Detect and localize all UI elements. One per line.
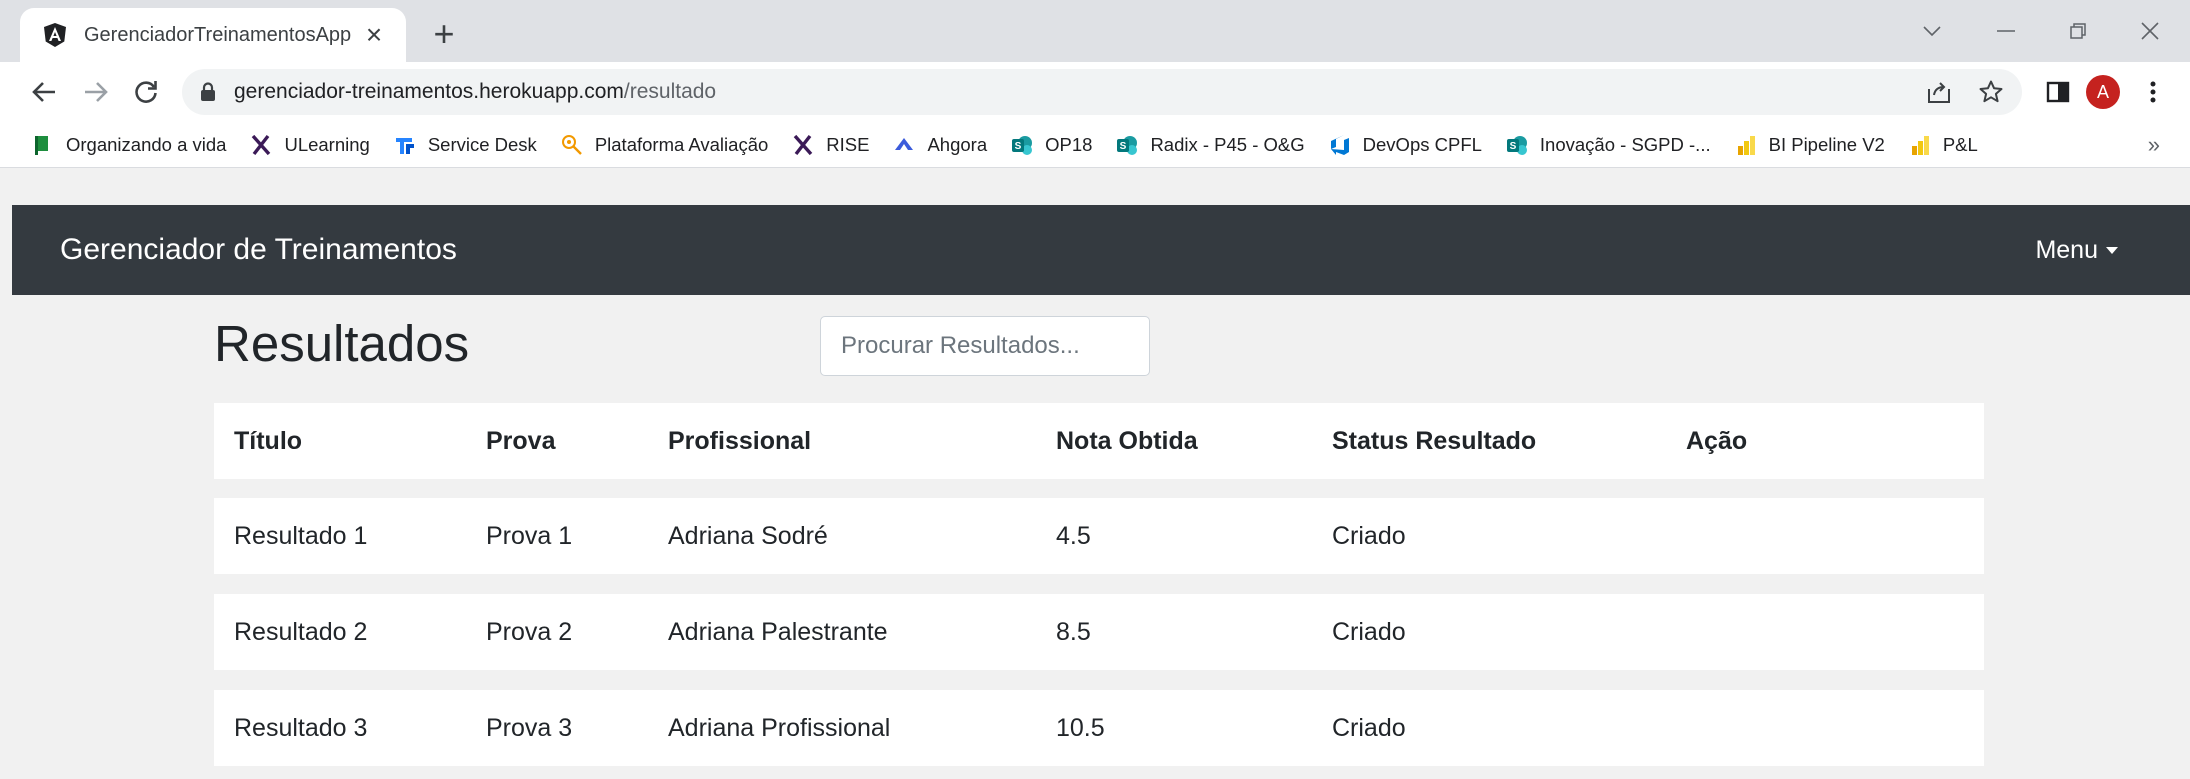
browser-toolbar: gerenciador-treinamentos.herokuapp.com/r… <box>0 62 2190 122</box>
star-icon[interactable] <box>1978 79 2004 105</box>
caret-down-icon <box>2106 246 2118 254</box>
url-host: gerenciador-treinamentos.herokuapp.com <box>234 80 624 103</box>
bookmark-item[interactable]: S Radix - P45 - O&G <box>1116 133 1305 156</box>
table-cell: Criado <box>1332 713 1406 742</box>
column-header: Título <box>234 426 303 455</box>
table-cell: 4.5 <box>1056 521 1091 550</box>
table-cell: Resultado 3 <box>234 713 368 742</box>
new-tab-icon[interactable]: + <box>424 14 464 54</box>
flag-icon <box>32 134 54 156</box>
address-bar[interactable]: gerenciador-treinamentos.herokuapp.com/r… <box>182 69 2022 115</box>
table-cell: Adriana Palestrante <box>668 617 888 646</box>
table-cell: Criado <box>1332 521 1406 550</box>
tab-title: GerenciadorTreinamentosApp <box>84 23 352 46</box>
arrow-left-icon[interactable] <box>26 74 62 110</box>
table-header-row: Título Prova Profissional Nota Obtida Status… <box>214 403 1984 479</box>
table-row: Resultado 1 Prova 1 Adriana Sodré 4.5 Criado <box>214 498 1984 574</box>
svg-text:S: S <box>1015 141 1022 152</box>
bookmark-label: Service Desk <box>427 133 537 155</box>
bookmark-label: Plataforma Avaliação <box>594 133 769 155</box>
column-header: Profissional <box>668 426 812 455</box>
browser-tab-strip: GerenciadorTreinamentosApp × + <box>0 0 2190 62</box>
share-icon[interactable] <box>1926 79 1952 105</box>
bookmark-item[interactable]: P&L <box>1909 134 1978 156</box>
bookmark-item[interactable]: Ahgora <box>893 134 987 156</box>
column-header: Prova <box>486 426 556 455</box>
table-cell: Prova 2 <box>486 617 573 646</box>
close-window-icon[interactable] <box>2130 14 2170 48</box>
minimize-icon[interactable] <box>1986 14 2026 48</box>
column-header: Ação <box>1686 426 1748 455</box>
menu-dropdown-toggle[interactable]: Menu <box>2035 236 2118 265</box>
table-row: Resultado 2 Prova 2 Adriana Palestrante 8.5… <box>214 594 1984 670</box>
bookmark-label: DevOps CPFL <box>1362 133 1482 155</box>
bookmark-label: Organizando a vida <box>66 133 227 155</box>
bookmark-item[interactable]: ULearning <box>250 133 370 156</box>
jira-icon <box>394 134 416 156</box>
table-cell: Criado <box>1332 617 1406 646</box>
url-path: /resultado <box>623 80 717 103</box>
bookmark-label: BI Pipeline V2 <box>1768 133 1885 155</box>
navbar-brand[interactable]: Gerenciador de Treinamentos <box>60 233 457 267</box>
ahgora-icon <box>893 134 915 156</box>
column-header: Status Resultado <box>1332 426 1537 455</box>
column-header: Nota Obtida <box>1056 426 1198 455</box>
bookmark-label: ULearning <box>284 133 370 155</box>
table-cell: Adriana Sodré <box>668 521 828 550</box>
lock-icon[interactable] <box>200 82 216 102</box>
bookmark-item[interactable]: S OP18 <box>1011 134 1092 156</box>
svg-text:S: S <box>1510 141 1517 152</box>
table-cell: Resultado 2 <box>234 617 368 646</box>
url-text: gerenciador-treinamentos.herokuapp.com/r… <box>234 80 716 104</box>
page-content: Gerenciador de Treinamentos Menu Resulta… <box>0 168 2190 779</box>
bookmark-label: Ahgora <box>927 133 988 155</box>
avatar[interactable]: A <box>2086 75 2120 109</box>
search-input[interactable] <box>820 316 1150 376</box>
restore-icon[interactable] <box>2058 14 2098 48</box>
app-navbar: Gerenciador de Treinamentos Menu <box>12 205 2190 295</box>
table-cell: Resultado 1 <box>234 521 368 550</box>
table-cell: 10.5 <box>1056 713 1105 742</box>
tab-search-icon[interactable] <box>1912 14 1952 48</box>
arrow-right-icon[interactable] <box>78 74 114 110</box>
x-logo-icon <box>250 134 272 156</box>
bookmark-item[interactable]: Organizando a vida <box>32 134 226 156</box>
table-cell: Prova 1 <box>486 521 573 550</box>
bookmark-item[interactable]: RISE <box>792 134 869 156</box>
svg-text:S: S <box>1120 141 1127 152</box>
bookmark-item[interactable]: DevOps CPFL <box>1329 134 1482 156</box>
sharepoint-icon: S <box>1506 134 1528 156</box>
kebab-menu-icon[interactable] <box>2138 74 2168 110</box>
menu-label: Menu <box>2035 235 2098 264</box>
bookmarks-bar: Organizando a vida ULearning Service Desk P… <box>0 122 2190 168</box>
bookmark-label: OP18 <box>1045 133 1093 155</box>
table-row: Resultado 3 Prova 3 Adriana Profissional 10… <box>214 690 1984 766</box>
bookmark-label: P&L <box>1942 133 1978 155</box>
bookmark-item[interactable]: BI Pipeline V2 <box>1735 134 1885 156</box>
bookmark-label: Radix - P45 - O&G <box>1150 133 1305 155</box>
reload-icon[interactable] <box>128 74 164 110</box>
bookmark-item[interactable]: S Inovação - SGPD -... <box>1506 134 1711 156</box>
devops-icon <box>1329 134 1351 156</box>
bookmark-label: Inovação - SGPD -... <box>1539 133 1711 155</box>
sharepoint-icon: S <box>1011 134 1033 156</box>
table-cell: Prova 3 <box>486 713 573 742</box>
page-title: Resultados <box>214 315 470 372</box>
pin-icon <box>561 134 583 156</box>
bookmark-item[interactable]: Service Desk <box>394 134 537 156</box>
close-tab-icon[interactable]: × <box>360 21 388 49</box>
angular-icon <box>42 22 68 48</box>
x-logo-icon <box>792 134 814 156</box>
bookmark-label: RISE <box>826 133 870 155</box>
browser-tab[interactable]: GerenciadorTreinamentosApp × <box>20 8 406 62</box>
powerbi-icon <box>1909 134 1931 156</box>
side-panel-icon[interactable] <box>2040 74 2076 110</box>
powerbi-icon <box>1735 134 1757 156</box>
bookmark-item[interactable]: Plataforma Avaliação <box>561 134 768 156</box>
table-cell: Adriana Profissional <box>668 713 891 742</box>
more-bookmarks-icon[interactable]: » <box>2148 132 2160 158</box>
sharepoint-icon: S <box>1116 134 1138 156</box>
table-cell: 8.5 <box>1056 617 1091 646</box>
